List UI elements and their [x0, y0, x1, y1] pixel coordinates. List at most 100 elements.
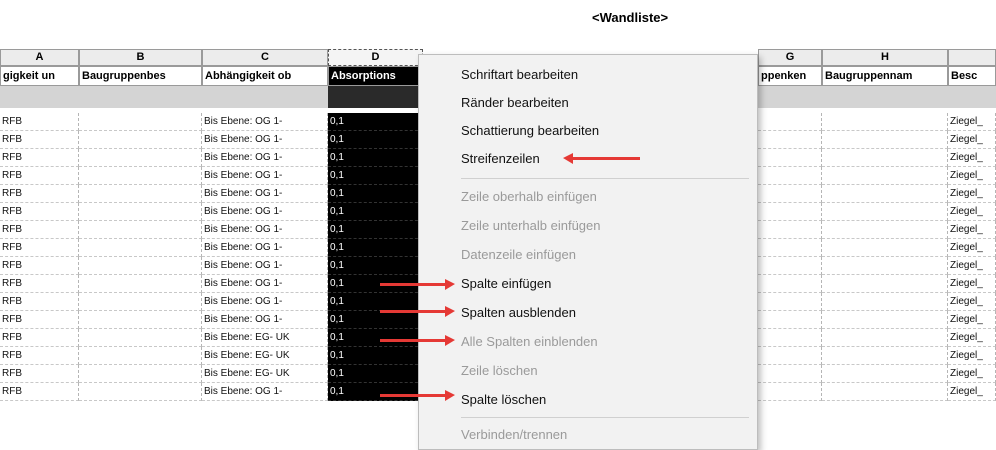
- table-cell-i[interactable]: Ziegel_: [948, 221, 996, 239]
- table-cell-g[interactable]: [758, 149, 822, 167]
- table-cell-g[interactable]: [758, 239, 822, 257]
- table-cell-c[interactable]: Bis Ebene: EG- UK: [202, 365, 328, 383]
- menu-item-spalten-ausblenden[interactable]: Spalten ausblenden: [461, 305, 576, 320]
- table-cell-c[interactable]: Bis Ebene: OG 1-: [202, 149, 328, 167]
- table-cell-b[interactable]: [79, 257, 202, 275]
- table-cell-a[interactable]: RFB: [0, 167, 79, 185]
- table-cell-d[interactable]: 0,1: [328, 293, 423, 311]
- menu-item-streifenzeilen[interactable]: Streifenzeilen: [461, 151, 540, 166]
- field-header-a[interactable]: gigkeit un: [0, 66, 79, 86]
- table-cell-d[interactable]: 0,1: [328, 257, 423, 275]
- table-cell-b[interactable]: [79, 329, 202, 347]
- table-cell-a[interactable]: RFB: [0, 257, 79, 275]
- table-cell-g[interactable]: [758, 257, 822, 275]
- table-cell-b[interactable]: [79, 239, 202, 257]
- table-cell-i[interactable]: Ziegel_: [948, 383, 996, 401]
- menu-item-alle-spalten-einblenden[interactable]: Alle Spalten einblenden: [461, 334, 598, 349]
- table-cell-h[interactable]: [822, 329, 948, 347]
- table-cell-d[interactable]: 0,1: [328, 185, 423, 203]
- table-cell-a[interactable]: RFB: [0, 383, 79, 401]
- table-cell-g[interactable]: [758, 293, 822, 311]
- menu-item-schriftart[interactable]: Schriftart bearbeiten: [461, 67, 578, 82]
- table-cell-d[interactable]: 0,1: [328, 113, 423, 131]
- column-header-b[interactable]: B: [79, 49, 202, 66]
- table-cell-g[interactable]: [758, 221, 822, 239]
- table-cell-h[interactable]: [822, 311, 948, 329]
- menu-item-verbinden-trennen[interactable]: Verbinden/trennen: [461, 427, 567, 442]
- table-cell-i[interactable]: Ziegel_: [948, 311, 996, 329]
- table-cell-h[interactable]: [822, 275, 948, 293]
- table-cell-d[interactable]: 0,1: [328, 311, 423, 329]
- table-cell-g[interactable]: [758, 311, 822, 329]
- table-cell-h[interactable]: [822, 365, 948, 383]
- table-cell-c[interactable]: Bis Ebene: OG 1-: [202, 383, 328, 401]
- menu-item-zeile-oberhalb[interactable]: Zeile oberhalb einfügen: [461, 189, 597, 204]
- table-cell-b[interactable]: [79, 311, 202, 329]
- table-cell-h[interactable]: [822, 131, 948, 149]
- table-cell-h[interactable]: [822, 113, 948, 131]
- table-cell-b[interactable]: [79, 149, 202, 167]
- table-cell-b[interactable]: [79, 203, 202, 221]
- menu-item-datenzeile[interactable]: Datenzeile einfügen: [461, 247, 576, 262]
- table-cell-c[interactable]: Bis Ebene: OG 1-: [202, 185, 328, 203]
- table-cell-i[interactable]: Ziegel_: [948, 365, 996, 383]
- table-cell-h[interactable]: [822, 149, 948, 167]
- table-cell-d[interactable]: 0,1: [328, 203, 423, 221]
- column-header-a[interactable]: A: [0, 49, 79, 66]
- table-cell-d[interactable]: 0,1: [328, 239, 423, 257]
- table-cell-a[interactable]: RFB: [0, 149, 79, 167]
- field-header-b[interactable]: Baugruppenbes: [79, 66, 202, 86]
- table-cell-i[interactable]: Ziegel_: [948, 167, 996, 185]
- menu-item-schattierung[interactable]: Schattierung bearbeiten: [461, 123, 599, 138]
- table-cell-d[interactable]: 0,1: [328, 167, 423, 185]
- table-cell-d[interactable]: 0,1: [328, 329, 423, 347]
- table-cell-d[interactable]: 0,1: [328, 347, 423, 365]
- table-cell-b[interactable]: [79, 113, 202, 131]
- table-cell-a[interactable]: RFB: [0, 311, 79, 329]
- table-cell-b[interactable]: [79, 365, 202, 383]
- table-cell-i[interactable]: Ziegel_: [948, 293, 996, 311]
- table-cell-a[interactable]: RFB: [0, 365, 79, 383]
- table-cell-c[interactable]: Bis Ebene: OG 1-: [202, 293, 328, 311]
- table-cell-d[interactable]: 0,1: [328, 365, 423, 383]
- table-cell-g[interactable]: [758, 365, 822, 383]
- table-cell-g[interactable]: [758, 167, 822, 185]
- table-cell-c[interactable]: Bis Ebene: OG 1-: [202, 221, 328, 239]
- table-cell-b[interactable]: [79, 293, 202, 311]
- table-cell-g[interactable]: [758, 383, 822, 401]
- table-cell-a[interactable]: RFB: [0, 275, 79, 293]
- table-cell-b[interactable]: [79, 221, 202, 239]
- table-cell-i[interactable]: Ziegel_: [948, 239, 996, 257]
- table-cell-a[interactable]: RFB: [0, 347, 79, 365]
- menu-item-spalte-loeschen[interactable]: Spalte löschen: [461, 392, 546, 407]
- table-cell-i[interactable]: Ziegel_: [948, 149, 996, 167]
- field-header-d[interactable]: Absorptions: [328, 66, 423, 86]
- table-cell-b[interactable]: [79, 131, 202, 149]
- table-cell-d[interactable]: 0,1: [328, 221, 423, 239]
- table-cell-h[interactable]: [822, 239, 948, 257]
- table-cell-i[interactable]: Ziegel_: [948, 329, 996, 347]
- table-cell-a[interactable]: RFB: [0, 293, 79, 311]
- table-cell-b[interactable]: [79, 185, 202, 203]
- table-cell-c[interactable]: Bis Ebene: OG 1-: [202, 311, 328, 329]
- table-cell-d[interactable]: 0,1: [328, 131, 423, 149]
- table-cell-h[interactable]: [822, 257, 948, 275]
- table-cell-a[interactable]: RFB: [0, 221, 79, 239]
- table-cell-i[interactable]: Ziegel_: [948, 113, 996, 131]
- table-cell-g[interactable]: [758, 275, 822, 293]
- table-cell-b[interactable]: [79, 383, 202, 401]
- table-cell-a[interactable]: RFB: [0, 131, 79, 149]
- column-header-c[interactable]: C: [202, 49, 328, 66]
- field-header-c[interactable]: Abhängigkeit ob: [202, 66, 328, 86]
- table-cell-i[interactable]: Ziegel_: [948, 185, 996, 203]
- table-cell-c[interactable]: Bis Ebene: OG 1-: [202, 203, 328, 221]
- table-cell-c[interactable]: Bis Ebene: EG- UK: [202, 347, 328, 365]
- table-cell-h[interactable]: [822, 293, 948, 311]
- table-cell-i[interactable]: Ziegel_: [948, 257, 996, 275]
- table-cell-h[interactable]: [822, 221, 948, 239]
- table-cell-i[interactable]: Ziegel_: [948, 275, 996, 293]
- table-cell-c[interactable]: Bis Ebene: OG 1-: [202, 167, 328, 185]
- table-cell-h[interactable]: [822, 203, 948, 221]
- table-cell-g[interactable]: [758, 113, 822, 131]
- table-cell-h[interactable]: [822, 185, 948, 203]
